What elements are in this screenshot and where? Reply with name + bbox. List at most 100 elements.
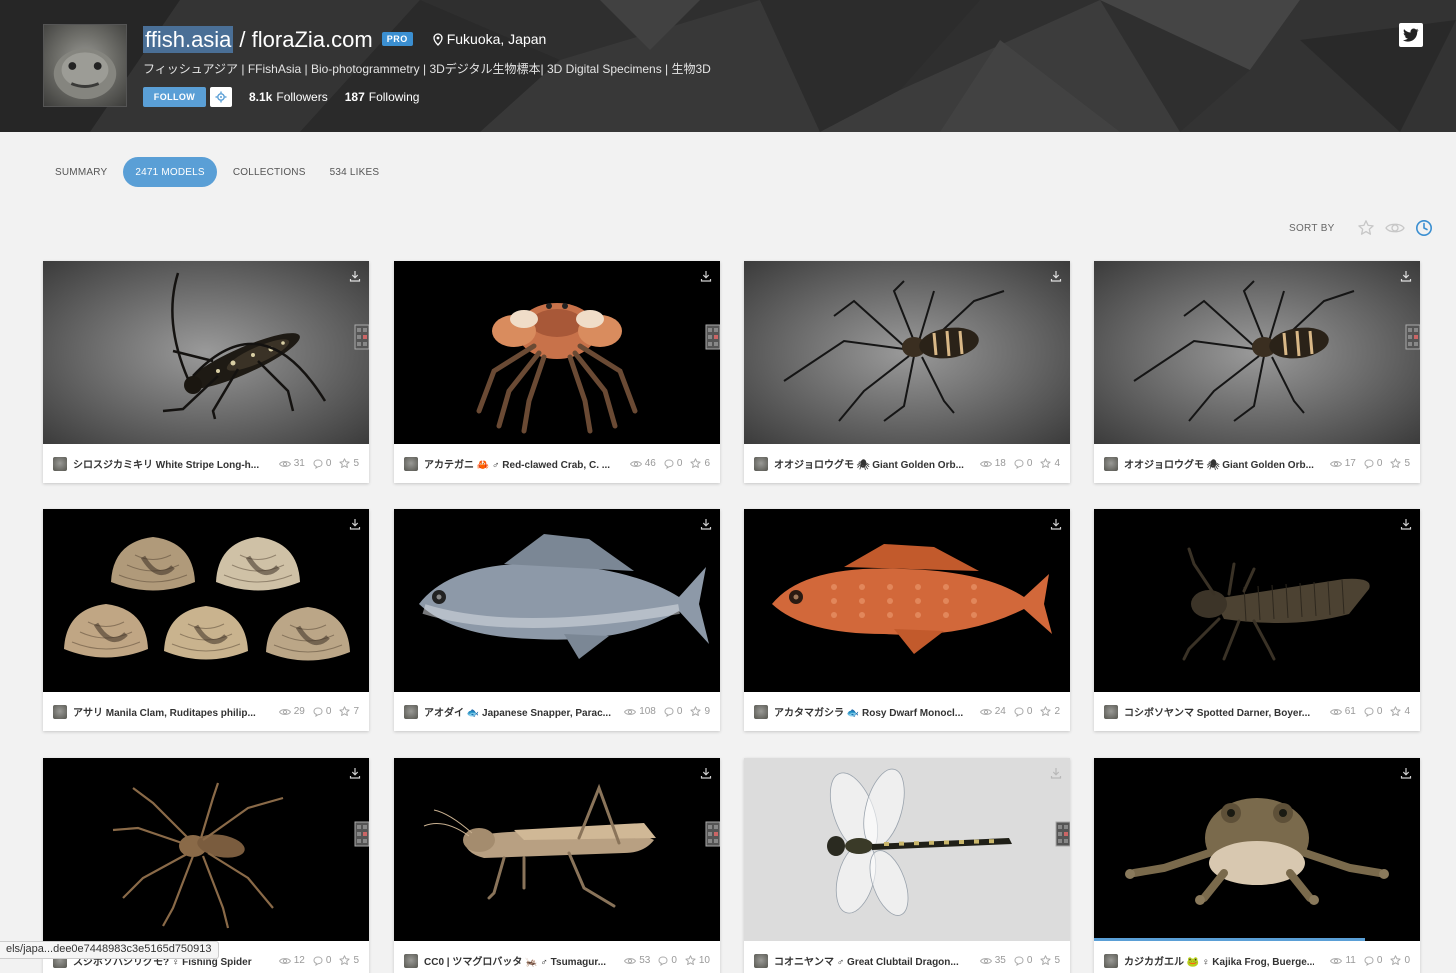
settings-button[interactable] [210, 87, 232, 107]
tab-summary[interactable]: SUMMARY [43, 157, 119, 187]
likes-stat[interactable]: 7 [339, 706, 359, 717]
model-thumbnail[interactable] [43, 758, 369, 941]
star-icon [1390, 706, 1402, 716]
model-stats: 11 0 0 [1322, 955, 1410, 966]
model-title[interactable]: カジカガエル 🐸 ♀ Kajika Frog, Buerge... [1124, 953, 1314, 968]
profile-avatar[interactable] [43, 24, 127, 107]
model-stats: 46 0 6 [622, 458, 710, 469]
model-title[interactable]: オオジョロウグモ 🕷 Giant Golden Orb... [1124, 456, 1314, 471]
author-avatar[interactable] [1104, 953, 1118, 968]
views-count: 18 [994, 458, 1006, 469]
download-icon[interactable] [1400, 518, 1412, 530]
model-preview-image [43, 261, 369, 444]
model-title[interactable]: シロスジカミキリ White Stripe Long-h... [73, 456, 263, 471]
model-thumbnail[interactable] [1094, 758, 1420, 941]
model-title[interactable]: コオニヤンマ ♂ Great Clubtail Dragon... [774, 953, 964, 968]
model-title[interactable]: アサリ Manila Clam, Ruditapes philip... [73, 704, 263, 719]
author-avatar[interactable] [754, 704, 768, 719]
following-stat[interactable]: 187 Following [345, 90, 420, 104]
author-avatar[interactable] [1104, 704, 1118, 719]
sort-by-recent-button[interactable] [1414, 218, 1434, 238]
star-icon [1040, 458, 1052, 468]
model-thumbnail[interactable] [744, 758, 1070, 941]
download-icon[interactable] [700, 767, 712, 779]
author-avatar[interactable] [754, 953, 768, 968]
eye-icon [979, 460, 992, 467]
tab-collections[interactable]: COLLECTIONS [221, 157, 318, 187]
twitter-link[interactable] [1399, 23, 1423, 47]
followers-stat[interactable]: 8.1k Followers [249, 90, 328, 104]
download-icon[interactable] [1400, 270, 1412, 282]
model-thumbnail[interactable] [1094, 509, 1420, 692]
model-thumbnail[interactable] [43, 509, 369, 692]
likes-stat[interactable]: 5 [339, 458, 359, 469]
model-thumbnail[interactable] [394, 261, 720, 444]
download-icon[interactable] [1050, 767, 1062, 779]
likes-stat[interactable]: 5 [339, 955, 359, 966]
eye-icon [1329, 708, 1342, 715]
likes-stat[interactable]: 0 [1390, 955, 1410, 966]
likes-stat[interactable]: 4 [1390, 706, 1410, 717]
model-thumbnail[interactable] [394, 509, 720, 692]
author-avatar[interactable] [53, 456, 67, 471]
likes-stat[interactable]: 6 [690, 458, 710, 469]
model-card[interactable]: アカタマガシラ 🐟 Rosy Dwarf Monocl... 24 0 2 [744, 509, 1070, 731]
download-icon[interactable] [349, 518, 361, 530]
sort-by-likes-button[interactable] [1356, 218, 1376, 238]
author-avatar[interactable] [404, 704, 418, 719]
likes-stat[interactable]: 9 [690, 706, 710, 717]
username[interactable]: ffish.asia [143, 25, 234, 53]
author-avatar[interactable] [53, 704, 67, 719]
model-card[interactable]: アオダイ 🐟 Japanese Snapper, Parac... 108 0 … [394, 509, 720, 731]
tab-likes[interactable]: 534 LIKES [318, 157, 392, 187]
download-icon[interactable] [1050, 518, 1062, 530]
follow-button[interactable]: FOLLOW [143, 87, 206, 107]
model-card[interactable]: コオニヤンマ ♂ Great Clubtail Dragon... 35 0 5 [744, 758, 1070, 973]
likes-stat[interactable]: 5 [1040, 955, 1060, 966]
model-card[interactable]: オオジョロウグモ 🕷 Giant Golden Orb... 18 0 4 [744, 261, 1070, 483]
model-title[interactable]: アオダイ 🐟 Japanese Snapper, Parac... [424, 704, 614, 719]
model-thumbnail[interactable] [1094, 261, 1420, 444]
author-avatar[interactable] [404, 953, 418, 968]
model-title[interactable]: アカテガニ 🦀 ♂ Red-clawed Crab, C. ... [424, 456, 614, 471]
model-title[interactable]: アカタマガシラ 🐟 Rosy Dwarf Monocl... [774, 704, 964, 719]
star-icon [1357, 220, 1374, 235]
download-icon[interactable] [1400, 767, 1412, 779]
download-icon[interactable] [349, 270, 361, 282]
model-card[interactable]: アサリ Manila Clam, Ruditapes philip... 29 … [43, 509, 369, 731]
eye-icon [1384, 223, 1405, 233]
model-thumbnail[interactable] [744, 261, 1070, 444]
download-icon[interactable] [700, 270, 712, 282]
model-stats: 12 0 5 [271, 955, 359, 966]
model-card[interactable]: アカテガニ 🦀 ♂ Red-clawed Crab, C. ... 46 0 6 [394, 261, 720, 483]
model-thumbnail[interactable] [744, 509, 1070, 692]
model-thumbnail[interactable] [394, 758, 720, 941]
likes-count: 4 [1404, 706, 1410, 717]
sort-by-views-button[interactable] [1384, 218, 1405, 238]
download-icon[interactable] [349, 767, 361, 779]
likes-stat[interactable]: 2 [1040, 706, 1060, 717]
likes-stat[interactable]: 4 [1040, 458, 1060, 469]
profile-tabs: SUMMARY 2471 MODELS COLLECTIONS 534 LIKE… [43, 157, 391, 187]
download-icon[interactable] [700, 518, 712, 530]
author-avatar[interactable] [1104, 456, 1118, 471]
model-card-footer: コシボソヤンマ Spotted Darner, Boyer... 61 0 4 [1094, 692, 1420, 731]
author-avatar[interactable] [404, 456, 418, 471]
model-title[interactable]: オオジョロウグモ 🕷 Giant Golden Orb... [774, 456, 964, 471]
likes-count: 5 [1054, 955, 1060, 966]
model-title[interactable]: コシボソヤンマ Spotted Darner, Boyer... [1124, 704, 1314, 719]
likes-stat[interactable]: 10 [685, 955, 710, 966]
model-card[interactable]: オオジョロウグモ 🕷 Giant Golden Orb... 17 0 5 [1094, 261, 1420, 483]
model-preview-image [1094, 261, 1420, 444]
model-thumbnail[interactable] [43, 261, 369, 444]
author-avatar[interactable] [754, 456, 768, 471]
tab-models[interactable]: 2471 MODELS [123, 157, 217, 187]
model-card[interactable]: CC0 | ツマグロバッタ 🦗 ♂ Tsumagur... 53 0 10 [394, 758, 720, 973]
model-card[interactable]: カジカガエル 🐸 ♀ Kajika Frog, Buerge... 11 0 0 [1094, 758, 1420, 973]
pro-badge: PRO [381, 32, 413, 46]
model-title[interactable]: CC0 | ツマグロバッタ 🦗 ♂ Tsumagur... [424, 953, 614, 968]
model-card[interactable]: シロスジカミキリ White Stripe Long-h... 31 0 5 [43, 261, 369, 483]
model-card[interactable]: コシボソヤンマ Spotted Darner, Boyer... 61 0 4 [1094, 509, 1420, 731]
likes-stat[interactable]: 5 [1390, 458, 1410, 469]
download-icon[interactable] [1050, 270, 1062, 282]
